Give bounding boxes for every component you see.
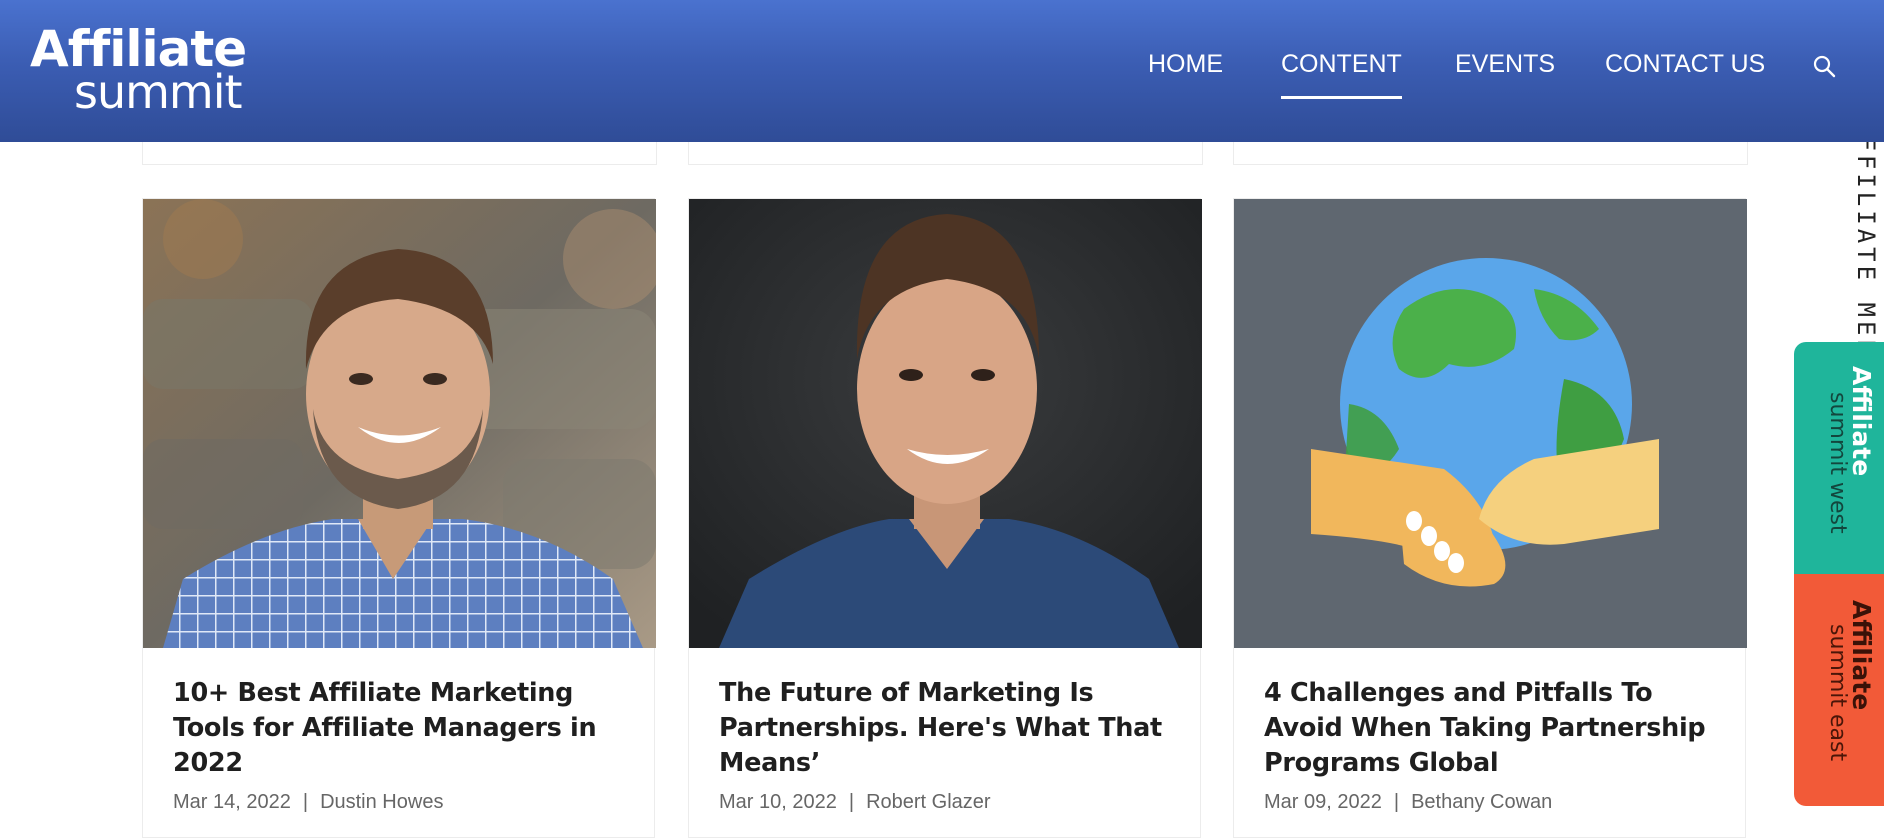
article-image-illustration[interactable]: [1234, 199, 1747, 648]
search-icon[interactable]: [1812, 54, 1836, 78]
portrait-man-blue-shirt-image: [689, 199, 1202, 648]
article-meta: Mar 10, 2022 | Robert Glazer: [719, 791, 991, 814]
article-title[interactable]: 10+ Best Affiliate Marketing Tools for A…: [173, 676, 623, 781]
article-card[interactable]: 10+ Best Affiliate Marketing Tools for A…: [142, 198, 656, 838]
affiliate-meetmarkt-tab[interactable]: AFFILIATE MEET MARKT: [1794, 142, 1884, 342]
summit-west-tab[interactable]: Affiliate summit west: [1794, 342, 1884, 574]
article-image-portrait[interactable]: [143, 199, 656, 648]
nav-contact-us[interactable]: CONTACT US: [1605, 50, 1765, 79]
east-brand-label: Affiliate: [1847, 600, 1876, 711]
nav-content[interactable]: CONTENT: [1281, 50, 1402, 99]
site-header: Affiliate summit HOME CONTENT EVENTS CON…: [0, 0, 1884, 142]
summit-east-tab[interactable]: Affiliate summit east: [1794, 574, 1884, 806]
article-card[interactable]: 4 Challenges and Pitfalls To Avoid When …: [1233, 198, 1747, 838]
article-meta: Mar 09, 2022 | Bethany Cowan: [1264, 791, 1552, 814]
meta-separator: |: [302, 791, 309, 813]
article-card[interactable]: The Future of Marketing Is Partnerships.…: [688, 198, 1202, 838]
east-sub-label: summit east: [1825, 624, 1850, 762]
nav-home[interactable]: HOME: [1148, 50, 1223, 79]
globe-handshake-image: [1234, 199, 1747, 648]
article-author[interactable]: Robert Glazer: [866, 791, 991, 813]
article-title[interactable]: The Future of Marketing Is Partnerships.…: [719, 676, 1169, 781]
article-date: Mar 10, 2022: [719, 791, 837, 813]
main-nav: HOME CONTENT EVENTS CONTACT US: [0, 50, 1884, 99]
article-date: Mar 09, 2022: [1264, 791, 1382, 813]
article-title[interactable]: 4 Challenges and Pitfalls To Avoid When …: [1264, 676, 1714, 781]
portrait-man-plaid-shirt-image: [143, 199, 656, 648]
nav-events[interactable]: EVENTS: [1455, 50, 1555, 79]
meta-separator: |: [848, 791, 855, 813]
article-image-portrait[interactable]: [689, 199, 1202, 648]
meta-separator: |: [1393, 791, 1400, 813]
west-sub-label: summit west: [1825, 392, 1850, 534]
article-meta: Mar 14, 2022 | Dustin Howes: [173, 791, 443, 814]
article-author[interactable]: Dustin Howes: [320, 791, 443, 813]
west-brand-label: Affiliate: [1847, 366, 1876, 477]
article-author[interactable]: Bethany Cowan: [1411, 791, 1552, 813]
meetmarkt-label: AFFILIATE MEET MARKT: [1852, 142, 1880, 342]
article-date: Mar 14, 2022: [173, 791, 291, 813]
